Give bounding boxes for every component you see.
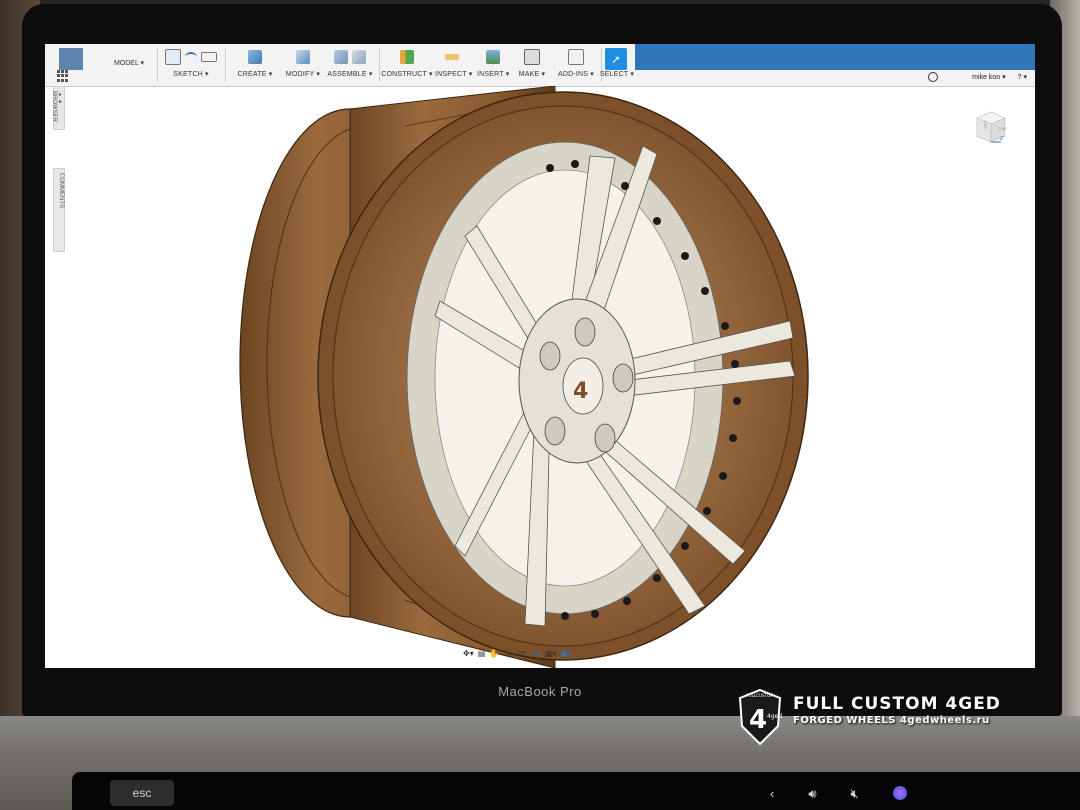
siri-icon[interactable]	[892, 786, 907, 800]
svg-text:4ged: 4ged	[767, 713, 782, 720]
measure-icon[interactable]	[445, 54, 459, 60]
brand-logo: FULLCUSTOM 4 4ged	[738, 688, 782, 746]
zoom-icon[interactable]: 🔍︎	[503, 649, 513, 658]
fusion360-window: MODEL ▾ SKETCH ▾ CREATE ▾ MODIFY ▾ ASSEM…	[45, 44, 1035, 668]
app-grid-icon[interactable]	[57, 70, 69, 82]
construct-menu[interactable]: CONSTRUCT ▾	[381, 44, 433, 86]
zoom-window-icon[interactable]: ⌕▾	[517, 648, 525, 658]
make-menu[interactable]: MAKE ▾	[517, 44, 547, 86]
job-status-icon[interactable]	[928, 72, 939, 82]
touch-bar	[72, 772, 1080, 810]
extrude-icon[interactable]	[248, 50, 262, 64]
user-menu[interactable]: mike kon ▾	[972, 73, 1005, 81]
volume-icon[interactable]: 🔊︎	[808, 786, 816, 802]
watermark-subtitle: FORGED WHEELS 4gedwheels.ru	[793, 715, 990, 726]
display-settings-icon[interactable]: ▭▾	[529, 649, 541, 658]
spline-icon[interactable]	[185, 52, 197, 62]
pan-icon[interactable]: ✋	[489, 649, 499, 658]
assemble-menu[interactable]: ASSEMBLE ▾	[325, 44, 375, 86]
modify-menu[interactable]: MODIFY ▾	[281, 44, 325, 86]
watermark-title: FULL CUSTOM 4GED	[793, 694, 1001, 714]
offset-plane-icon[interactable]	[400, 50, 414, 64]
divider	[225, 48, 226, 82]
new-component-icon[interactable]	[334, 50, 348, 64]
touch-bar-controls: ‹ 🔊︎ 🔇︎	[770, 786, 907, 802]
grid-settings-icon[interactable]: ▦▾	[545, 649, 557, 658]
insert-menu[interactable]: INSERT ▾	[477, 44, 509, 86]
toolbar-ribbon: MODEL ▾ SKETCH ▾ CREATE ▾ MODIFY ▾ ASSEM…	[45, 44, 1035, 87]
orbit-icon[interactable]: ✥▾	[463, 649, 474, 658]
divider	[157, 48, 158, 82]
select-menu[interactable]: SELECT ▾	[597, 44, 637, 86]
chevron-left-icon[interactable]: ‹	[770, 786, 774, 802]
svg-text:FULLCUSTOM: FULLCUSTOM	[747, 693, 775, 698]
inspect-menu[interactable]: INSPECT ▾	[435, 44, 472, 86]
mute-icon[interactable]: 🔇︎	[851, 786, 859, 802]
insert-image-icon[interactable]	[486, 50, 500, 64]
esc-key[interactable]: esc	[110, 780, 174, 806]
create-sketch-icon[interactable]	[165, 49, 181, 65]
wheel-model[interactable]: 4	[45, 86, 1035, 668]
look-at-icon[interactable]: ▤	[478, 649, 486, 658]
help-menu[interactable]: ? ▾	[1018, 73, 1027, 81]
3d-print-icon[interactable]	[524, 49, 540, 65]
joint-icon[interactable]	[352, 50, 366, 64]
svg-text:4: 4	[749, 705, 767, 735]
viewports-icon[interactable]: ▣▾	[560, 649, 572, 658]
data-panel-button[interactable]	[59, 48, 83, 70]
title-bar	[635, 44, 1035, 70]
user-area: mike kon ▾ ? ▾	[928, 72, 1027, 82]
center-cap-logo: 4	[573, 379, 588, 404]
navigation-bar: ✥▾ ▤ ✋ 🔍︎ ⌕▾ ▭▾ ▦▾ ▣▾	[463, 646, 572, 660]
add-ins-menu[interactable]: ADD-INS ▾	[553, 44, 599, 86]
sketch-menu[interactable]: SKETCH ▾	[161, 44, 221, 86]
press-pull-icon[interactable]	[296, 50, 310, 64]
create-menu[interactable]: CREATE ▾	[231, 44, 279, 86]
rectangle-icon[interactable]	[201, 52, 217, 62]
divider	[379, 48, 380, 82]
workspace-switcher[interactable]: MODEL ▾	[103, 56, 155, 70]
scripts-icon[interactable]	[568, 49, 584, 65]
